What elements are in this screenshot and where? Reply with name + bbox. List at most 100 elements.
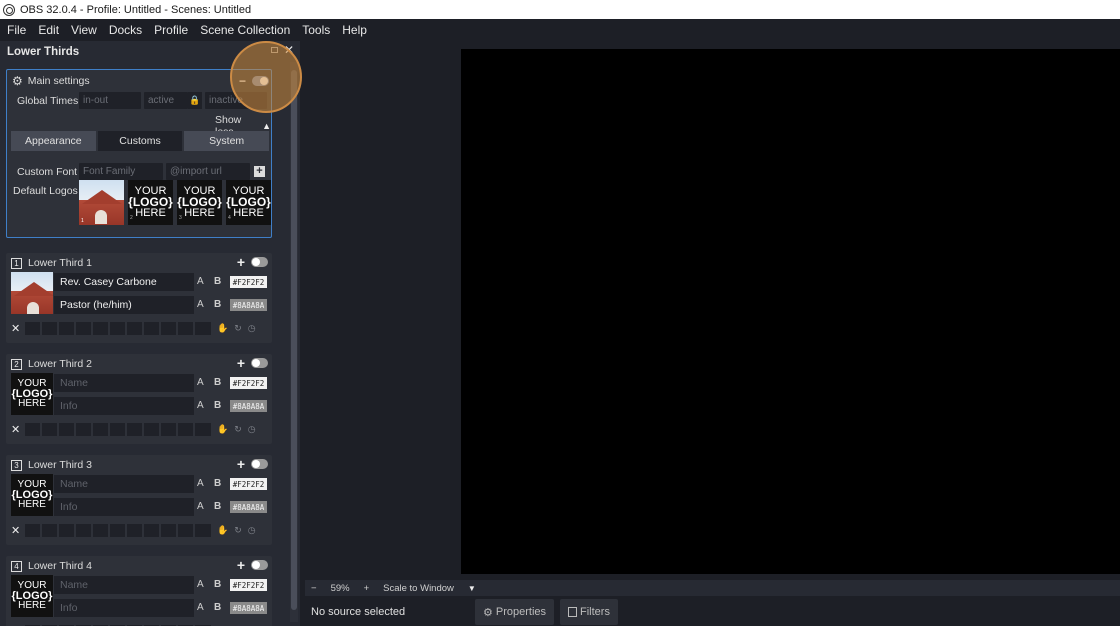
menu-docks[interactable]: Docks	[109, 23, 142, 37]
lower-third-name-input[interactable]: Rev. Casey Carbone	[54, 273, 194, 291]
animation-slot[interactable]	[178, 423, 193, 436]
scrollbar-thumb[interactable]	[291, 70, 297, 610]
bold-icon[interactable]: B	[214, 478, 221, 489]
bold-icon[interactable]: B	[214, 400, 221, 411]
animation-slot[interactable]	[161, 524, 176, 537]
info-color-chip[interactable]: #8A8A8A	[230, 501, 267, 513]
menu-profile[interactable]: Profile	[154, 23, 188, 37]
font-icon[interactable]: A	[197, 478, 204, 489]
lower-third-toggle[interactable]	[251, 257, 268, 267]
lower-third-toggle[interactable]	[251, 459, 268, 469]
info-color-chip[interactable]: #8A8A8A	[230, 602, 267, 614]
clock-icon[interactable]: ◷	[248, 323, 256, 334]
menu-help[interactable]: Help	[342, 23, 367, 37]
animation-slot[interactable]	[110, 322, 125, 335]
inout-input[interactable]: in-out	[79, 92, 141, 109]
remove-icon[interactable]: ✕	[11, 423, 23, 436]
lower-third-logo[interactable]: YOUR {LOGO} HERE	[11, 373, 53, 415]
name-color-chip[interactable]: #F2F2F2	[230, 478, 267, 490]
lower-third-info-input[interactable]: Info	[54, 498, 194, 516]
tab-customs[interactable]: Customs	[97, 131, 183, 151]
animation-slot[interactable]	[178, 322, 193, 335]
add-icon[interactable]: +	[237, 255, 245, 269]
animation-slot[interactable]	[127, 423, 142, 436]
lower-third-name-input[interactable]: Name	[54, 374, 194, 392]
animation-slot[interactable]	[25, 524, 40, 537]
lower-third-info-input[interactable]: Pastor (he/him)	[54, 296, 194, 314]
animation-slot[interactable]	[144, 524, 159, 537]
order-stepper[interactable]	[195, 423, 211, 436]
lower-third-photo[interactable]	[11, 272, 53, 314]
add-icon[interactable]: +	[237, 457, 245, 471]
font-icon[interactable]: A	[197, 579, 204, 590]
order-stepper[interactable]	[195, 524, 211, 537]
active-input[interactable]: active	[144, 92, 188, 109]
preview-canvas[interactable]	[461, 49, 1120, 574]
animation-slot[interactable]	[144, 322, 159, 335]
bold-icon[interactable]: B	[214, 602, 221, 613]
font-icon[interactable]: A	[197, 501, 204, 512]
chevron-up-icon[interactable]: ▲	[262, 121, 271, 131]
animation-slot[interactable]	[42, 423, 57, 436]
font-icon[interactable]: A	[197, 377, 204, 388]
animation-slot[interactable]	[110, 423, 125, 436]
animation-slot[interactable]	[93, 423, 108, 436]
tab-system[interactable]: System	[184, 131, 270, 151]
bold-icon[interactable]: B	[214, 299, 221, 310]
lower-third-info-input[interactable]: Info	[54, 397, 194, 415]
bold-icon[interactable]: B	[214, 501, 221, 512]
font-icon[interactable]: A	[197, 299, 204, 310]
animation-slot[interactable]	[178, 524, 193, 537]
clock-icon[interactable]: ◷	[248, 424, 256, 435]
menu-tools[interactable]: Tools	[302, 23, 330, 37]
font-icon[interactable]: A	[197, 276, 204, 287]
zoom-out-button[interactable]: −	[311, 583, 317, 594]
dropdown-arrow-icon[interactable]: ▼	[468, 584, 476, 593]
lock-icon[interactable]: 🔒	[188, 92, 202, 109]
lower-third-toggle[interactable]	[251, 560, 268, 570]
filters-button[interactable]: Filters	[560, 599, 618, 625]
animation-slot[interactable]	[161, 423, 176, 436]
animation-slot[interactable]	[42, 524, 57, 537]
refresh-icon[interactable]: ↻	[234, 424, 242, 435]
animation-slot[interactable]	[59, 423, 74, 436]
menu-edit[interactable]: Edit	[38, 23, 59, 37]
default-logo-3[interactable]: YOUR {LOGO} HERE 3	[177, 180, 222, 225]
lower-third-info-input[interactable]: Info	[54, 599, 194, 617]
lower-third-name-input[interactable]: Name	[54, 475, 194, 493]
clock-icon[interactable]: ◷	[248, 525, 256, 536]
default-logo-4[interactable]: YOUR {LOGO} HERE 4	[226, 180, 271, 225]
font-icon[interactable]: A	[197, 602, 204, 613]
hand-icon[interactable]: ✋	[217, 424, 228, 435]
menu-view[interactable]: View	[71, 23, 97, 37]
add-icon[interactable]: +	[237, 356, 245, 370]
properties-button[interactable]: ⚙ Properties	[475, 599, 555, 625]
animation-slot[interactable]	[76, 423, 91, 436]
name-color-chip[interactable]: #F2F2F2	[230, 579, 267, 591]
refresh-icon[interactable]: ↻	[234, 323, 242, 334]
menu-scene-collection[interactable]: Scene Collection	[200, 23, 290, 37]
add-icon[interactable]: +	[237, 558, 245, 572]
info-color-chip[interactable]: #8A8A8A	[230, 400, 267, 412]
bold-icon[interactable]: B	[214, 377, 221, 388]
bold-icon[interactable]: B	[214, 579, 221, 590]
lower-third-name-input[interactable]: Name	[54, 576, 194, 594]
scale-mode-select[interactable]: Scale to Window	[383, 583, 454, 594]
remove-icon[interactable]: ✕	[11, 524, 23, 537]
animation-slot[interactable]	[144, 423, 159, 436]
animation-slot[interactable]	[59, 322, 74, 335]
font-icon[interactable]: A	[197, 400, 204, 411]
animation-slot[interactable]	[161, 322, 176, 335]
name-color-chip[interactable]: #F2F2F2	[230, 276, 267, 288]
animation-slot[interactable]	[76, 524, 91, 537]
lower-third-logo[interactable]: YOUR {LOGO} HERE	[11, 474, 53, 516]
animation-slot[interactable]	[93, 322, 108, 335]
info-color-chip[interactable]: #8A8A8A	[230, 299, 267, 311]
lower-third-logo[interactable]: YOUR {LOGO} HERE	[11, 575, 53, 617]
name-color-chip[interactable]: #F2F2F2	[230, 377, 267, 389]
animation-slot[interactable]	[93, 524, 108, 537]
animation-slot[interactable]	[25, 322, 40, 335]
remove-icon[interactable]: ✕	[11, 322, 23, 335]
animation-slot[interactable]	[110, 524, 125, 537]
animation-slot[interactable]	[127, 524, 142, 537]
